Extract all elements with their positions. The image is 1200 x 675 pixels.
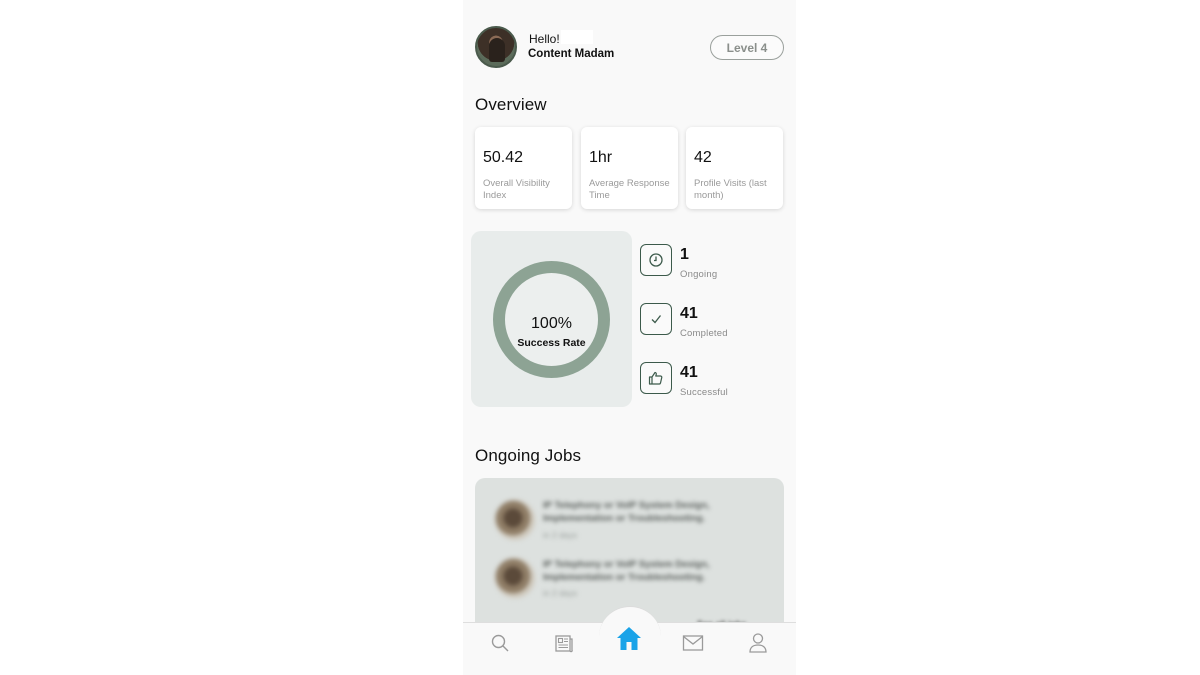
job-meta: in 2 days: [543, 530, 578, 540]
user-name: Content Madam: [528, 48, 615, 60]
job-title: IP Telephony or VoIP System Design, Impl…: [543, 500, 710, 524]
card-label: Average Response Time: [589, 178, 670, 201]
checkmark-icon: [640, 303, 672, 335]
job-meta: in 2 days: [543, 588, 578, 598]
card-label: Overall Visibility Index: [483, 178, 550, 201]
success-rate-label: Success Rate: [517, 337, 586, 349]
thumbs-up-icon: [640, 362, 672, 394]
clock-icon: [640, 244, 672, 276]
mail-icon[interactable]: [682, 632, 704, 654]
greeting-redaction: [561, 30, 593, 44]
level-badge[interactable]: Level 4: [710, 35, 784, 60]
card-label: Profile Visits (last month): [694, 178, 767, 201]
avatar[interactable]: [475, 26, 517, 68]
profile-visits-card[interactable]: 42 Profile Visits (last month): [686, 127, 783, 209]
successful-count: 41: [680, 364, 698, 381]
app-screen: Hello! Content Madam Level 4 Overview 50…: [463, 0, 796, 675]
completed-count: 41: [680, 305, 698, 322]
avatar-figure: [489, 38, 505, 62]
job-thumbnail: [495, 500, 535, 540]
card-value: 1hr: [589, 149, 613, 166]
card-value: 42: [694, 149, 712, 166]
greeting-text: Hello!: [529, 32, 560, 46]
profile-icon[interactable]: [747, 632, 769, 654]
search-icon[interactable]: [489, 632, 511, 654]
overview-title: Overview: [475, 95, 547, 114]
ongoing-jobs-title: Ongoing Jobs: [475, 446, 582, 465]
visibility-index-card[interactable]: 50.42 Overall Visibility Index: [475, 127, 572, 209]
success-rate-ring: 100% Success Rate: [493, 261, 610, 378]
successful-label: Successful: [680, 387, 728, 398]
job-title: IP Telephony or VoIP System Design, Impl…: [543, 559, 710, 583]
ongoing-count: 1: [680, 246, 689, 263]
card-value: 50.42: [483, 149, 524, 166]
success-rate-percent: 100%: [531, 315, 572, 332]
response-time-card[interactable]: 1hr Average Response Time: [581, 127, 678, 209]
home-icon[interactable]: [615, 624, 643, 652]
job-thumbnail: [495, 558, 535, 598]
completed-label: Completed: [680, 328, 728, 339]
news-icon[interactable]: [553, 632, 575, 654]
success-rate-panel: 100% Success Rate: [471, 231, 632, 407]
ongoing-label: Ongoing: [680, 269, 718, 280]
